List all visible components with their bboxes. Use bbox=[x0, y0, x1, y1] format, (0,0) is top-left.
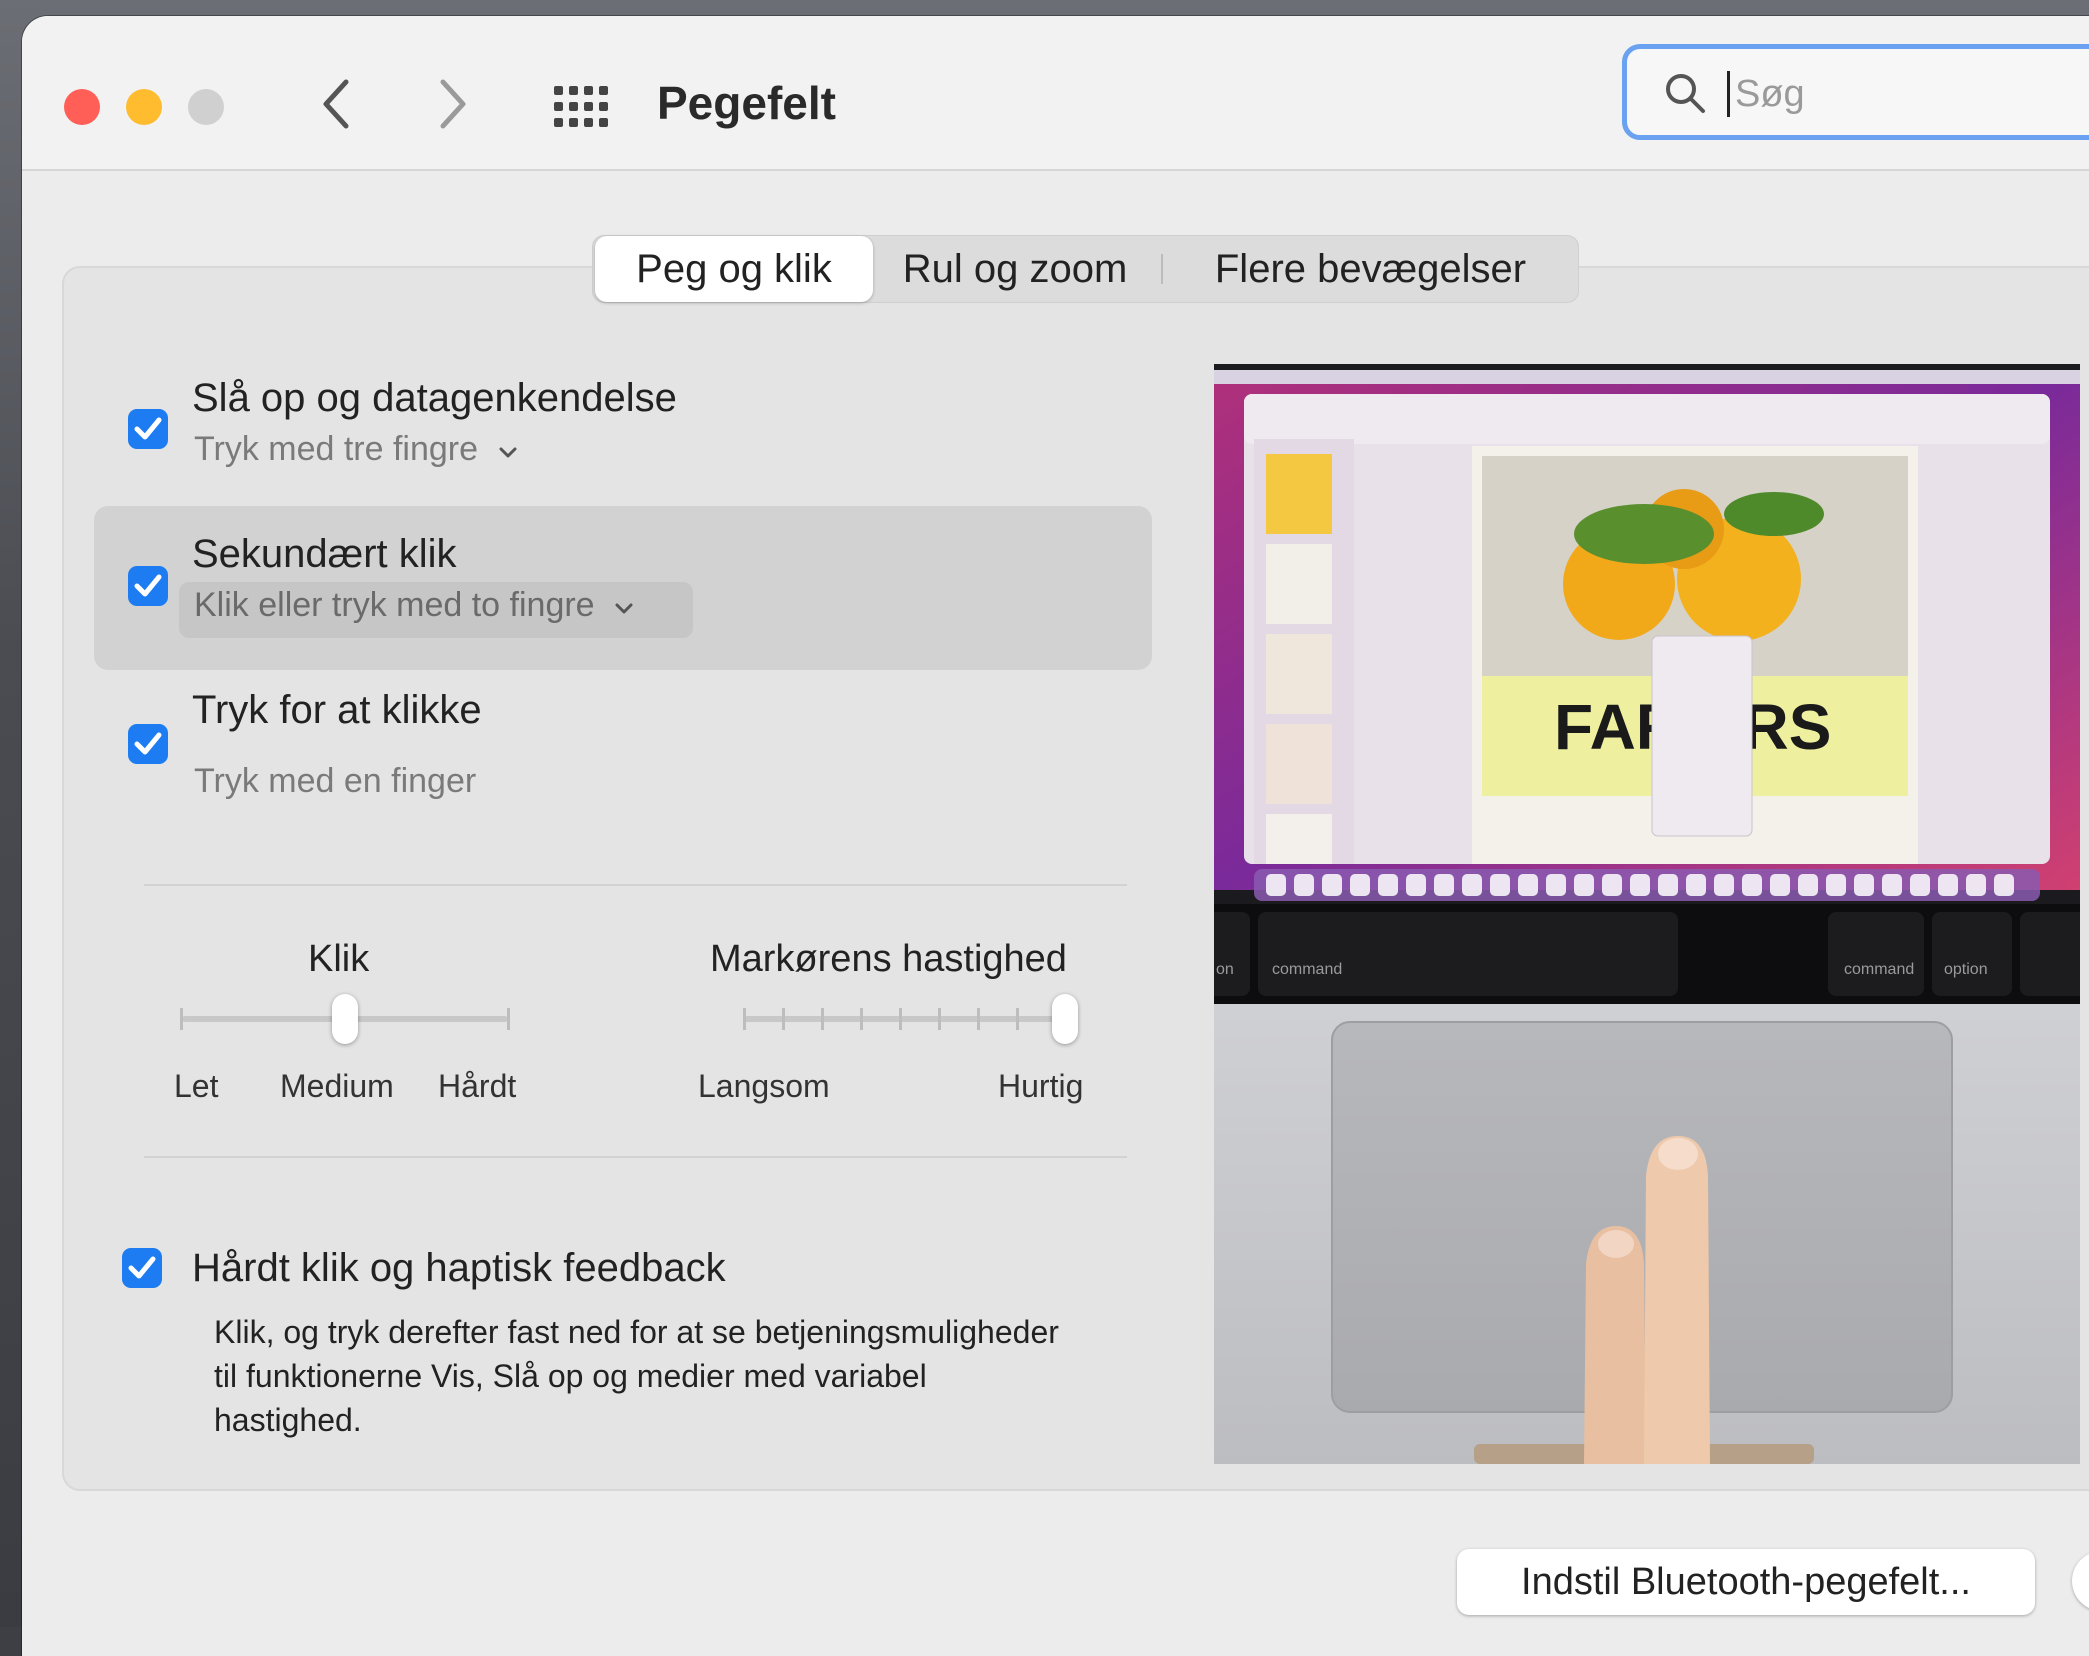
speed-slider-track[interactable] bbox=[744, 1016, 1062, 1022]
search-input[interactable] bbox=[1733, 63, 2089, 125]
click-slider-tick bbox=[507, 1008, 510, 1030]
lookup-gesture-select[interactable]: Tryk med tre fingre bbox=[194, 430, 518, 469]
click-slider-max: Hårdt bbox=[438, 1068, 517, 1104]
click-slider-label: Klik bbox=[308, 938, 370, 980]
section-divider bbox=[144, 884, 1127, 886]
chevron-down-icon bbox=[499, 447, 516, 458]
force-click-checkbox[interactable] bbox=[122, 1248, 162, 1288]
title-bar: Pegefelt bbox=[22, 16, 2089, 171]
tap-to-click-subtitle: Tryk med en finger bbox=[194, 762, 477, 800]
speed-slider-label: Markørens hastighed bbox=[710, 938, 1067, 980]
speed-slider-knob[interactable] bbox=[1052, 994, 1078, 1044]
show-all-button[interactable] bbox=[552, 82, 612, 132]
search-field[interactable] bbox=[1622, 44, 2089, 140]
forward-button[interactable] bbox=[427, 74, 477, 134]
key-label-command-right: command bbox=[1844, 961, 1914, 978]
lookup-checkbox[interactable] bbox=[128, 409, 168, 449]
lookup-gesture-value: Tryk med tre fingre bbox=[194, 430, 479, 468]
secondary-click-title: Sekundært klik bbox=[192, 532, 457, 576]
tab-bar: Peg og klik Rul og zoom Flere bevægelser bbox=[592, 235, 1579, 303]
key-label-option: option bbox=[1944, 961, 1988, 978]
zoom-button[interactable] bbox=[188, 89, 224, 125]
secondary-click-checkbox[interactable] bbox=[128, 566, 168, 606]
speed-slider-tick bbox=[743, 1008, 746, 1030]
click-slider-knob[interactable] bbox=[332, 994, 358, 1044]
force-click-description: Klik, og tryk derefter fast ned for at s… bbox=[214, 1314, 1059, 1438]
speed-slider-tick bbox=[782, 1008, 785, 1030]
tab-more-gestures[interactable]: Flere bevægelser bbox=[1168, 236, 1573, 302]
close-button[interactable] bbox=[64, 89, 100, 125]
speed-slider-tick bbox=[860, 1008, 863, 1030]
secondary-click-gesture-value: Klik eller tryk med to fingre bbox=[194, 586, 595, 624]
speed-slider-tick bbox=[821, 1008, 824, 1030]
back-button[interactable] bbox=[312, 74, 362, 134]
window-title: Pegefelt bbox=[657, 77, 836, 129]
force-click-title: Hårdt klik og haptisk feedback bbox=[192, 1246, 726, 1290]
chevron-left-icon bbox=[323, 79, 349, 129]
key-label-on: on bbox=[1216, 961, 1234, 978]
minimize-button[interactable] bbox=[126, 89, 162, 125]
section-divider bbox=[144, 1156, 1127, 1158]
macbook-illustration: FAR ERS on command command option bbox=[1214, 364, 2080, 1464]
click-slider-tick bbox=[180, 1008, 183, 1030]
speed-slider-tick bbox=[1016, 1008, 1019, 1030]
key-label-command-left: command bbox=[1272, 961, 1342, 978]
help-button[interactable]: ? bbox=[2072, 1551, 2089, 1611]
tab-separator bbox=[1161, 254, 1163, 284]
click-slider-min: Let bbox=[174, 1068, 219, 1104]
checkmark-icon bbox=[134, 732, 162, 755]
checkmark-icon bbox=[134, 574, 162, 597]
setup-bluetooth-trackpad-button[interactable]: Indstil Bluetooth-pegefelt... bbox=[1457, 1549, 2035, 1615]
checkmark-icon bbox=[134, 417, 162, 440]
secondary-click-gesture-select[interactable]: Klik eller tryk med to fingre bbox=[194, 586, 634, 625]
speed-slider-tick bbox=[977, 1008, 980, 1030]
checkmark-icon bbox=[128, 1256, 156, 1279]
speed-slider-max: Hurtig bbox=[998, 1068, 1084, 1104]
speed-slider-tick bbox=[938, 1008, 941, 1030]
speed-slider-tick bbox=[899, 1008, 902, 1030]
tap-to-click-checkbox[interactable] bbox=[128, 724, 168, 764]
text-cursor bbox=[1727, 71, 1730, 117]
tab-point-and-click[interactable]: Peg og klik bbox=[595, 236, 873, 302]
speed-slider-min: Langsom bbox=[698, 1068, 830, 1104]
gesture-preview-video: FAR ERS on command command option bbox=[1214, 364, 2080, 1464]
tap-to-click-title: Tryk for at klikke bbox=[192, 688, 482, 732]
tab-scroll-and-zoom[interactable]: Rul og zoom bbox=[875, 236, 1155, 302]
chevron-down-icon bbox=[615, 603, 633, 614]
settings-window: Pegefelt Peg og klik Rul og zoom Flere b… bbox=[22, 16, 2089, 1656]
click-slider-mid: Medium bbox=[280, 1068, 394, 1104]
grid-icon bbox=[554, 86, 608, 127]
lookup-title: Slå op og datagenkendelse bbox=[192, 376, 677, 420]
chevron-right-icon bbox=[440, 79, 466, 129]
search-icon bbox=[1666, 74, 1705, 113]
